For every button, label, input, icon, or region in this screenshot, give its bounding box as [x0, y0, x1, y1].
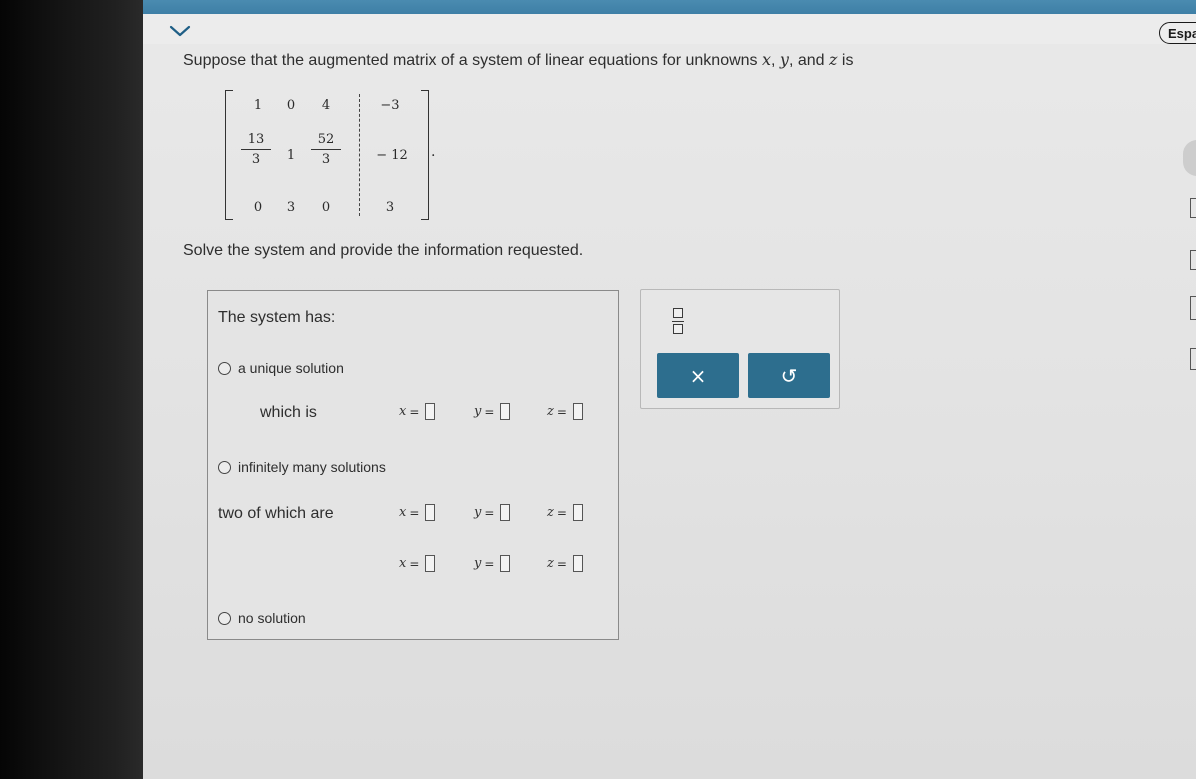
option-infinite-label: infinitely many solutions — [238, 459, 386, 475]
inf1-z-equation: z = — [547, 504, 583, 521]
inf2-z-var: z — [547, 556, 554, 571]
inf1-z-equals: = — [556, 505, 567, 520]
close-icon: × — [689, 363, 707, 388]
inf1-y-equals: = — [484, 505, 495, 520]
matrix-r2-c3-denominator: 3 — [321, 152, 331, 167]
inf1-z-var: z — [547, 505, 554, 520]
unique-y-var: y — [474, 404, 482, 419]
question-and: , and — [788, 52, 829, 69]
inf1-x-input[interactable] — [425, 504, 436, 521]
panel-title: The system has: — [218, 309, 336, 326]
matrix-left-bracket — [225, 90, 233, 220]
matrix-r2-c3: 52 3 — [311, 132, 341, 167]
unique-y-equals: = — [484, 404, 495, 419]
inf2-z-input[interactable] — [572, 555, 583, 572]
matrix-r1-c1: 1 — [253, 98, 263, 113]
language-toggle-button[interactable]: Espa — [1159, 22, 1196, 44]
answer-panel: The system has: a unique solution which … — [207, 290, 619, 640]
matrix-r3-c4: 3 — [385, 200, 395, 215]
inf1-y-var: y — [474, 505, 482, 520]
matrix-r2-c2: 1 — [286, 148, 296, 163]
inf1-y-input[interactable] — [500, 504, 511, 521]
question-comma: , — [771, 52, 780, 69]
unique-y-input[interactable] — [500, 403, 511, 420]
matrix-r3-c2: 3 — [286, 200, 296, 215]
top-shelf — [143, 14, 1196, 44]
left-bezel — [0, 0, 143, 779]
unique-z-var: z — [547, 404, 554, 419]
inf2-z-equation: z = — [547, 555, 583, 572]
radio-none[interactable] — [218, 611, 231, 625]
option-unique-solution[interactable]: a unique solution — [218, 360, 344, 376]
matrix-r2-c4: − 12 — [376, 148, 408, 163]
augmentation-divider — [359, 94, 360, 216]
math-toolbox: × ↺ — [640, 289, 840, 409]
top-accent-bar — [143, 0, 1196, 14]
inf1-z-input[interactable] — [572, 504, 583, 521]
radio-infinite[interactable] — [218, 460, 231, 474]
unique-x-input[interactable] — [425, 403, 436, 420]
matrix-r2-c1: 13 3 — [241, 132, 271, 167]
fraction-template-icon[interactable] — [669, 308, 687, 334]
inf2-z-equals: = — [556, 556, 567, 571]
unique-z-input[interactable] — [572, 403, 583, 420]
var-y: y — [779, 50, 789, 69]
inf2-y-equation: y = — [474, 555, 511, 572]
side-cutoff-bracket-2 — [1190, 250, 1196, 270]
unique-y-equation: y = — [474, 403, 511, 420]
matrix-right-bracket — [421, 90, 429, 220]
side-cutoff-bracket-4 — [1190, 348, 1196, 370]
inf2-x-equals: = — [409, 556, 420, 571]
two-of-which-label: two of which are — [218, 505, 334, 522]
inf2-y-var: y — [474, 556, 482, 571]
matrix-period: . — [431, 144, 436, 160]
matrix-r1-c4: −3 — [380, 98, 400, 113]
unique-x-equation: x = — [399, 403, 436, 420]
chevron-down-icon[interactable] — [168, 22, 192, 40]
instruction-text: Solve the system and provide the informa… — [183, 242, 584, 259]
inf1-x-var: x — [399, 505, 407, 520]
side-cutoff-bracket-3 — [1190, 296, 1196, 320]
inf2-x-var: x — [399, 556, 407, 571]
undo-icon: ↺ — [780, 363, 798, 388]
inf1-x-equals: = — [409, 505, 420, 520]
matrix-r2-c1-numerator: 13 — [241, 132, 271, 150]
side-cutoff-bracket-1 — [1190, 198, 1196, 218]
unique-x-var: x — [399, 404, 407, 419]
matrix-r3-c3: 0 — [321, 200, 331, 215]
side-scroll-tab[interactable] — [1183, 140, 1196, 176]
question-text: Suppose that the augmented matrix of a s… — [183, 50, 853, 70]
augmented-matrix: 1 0 4 −3 13 3 1 52 3 − 12 0 3 0 3 . — [225, 86, 443, 224]
option-none-label: no solution — [238, 610, 306, 626]
fraction-denominator-box — [673, 324, 683, 334]
matrix-r2-c1-denominator: 3 — [251, 152, 261, 167]
inf2-x-equation: x = — [399, 555, 436, 572]
matrix-r3-c1: 0 — [253, 200, 263, 215]
question-suffix: is — [837, 52, 854, 69]
which-is-label: which is — [260, 404, 317, 421]
option-no-solution[interactable]: no solution — [218, 610, 306, 626]
inf2-y-input[interactable] — [500, 555, 511, 572]
clear-button[interactable]: × — [657, 353, 739, 398]
screen: Espa Suppose that the augmented matrix o… — [143, 0, 1196, 779]
matrix-r1-c2: 0 — [286, 98, 296, 113]
fraction-numerator-box — [673, 308, 683, 318]
matrix-r2-c3-numerator: 52 — [311, 132, 341, 150]
fraction-bar — [672, 320, 684, 322]
unique-z-equation: z = — [547, 403, 583, 420]
undo-button[interactable]: ↺ — [748, 353, 830, 398]
option-infinite-solutions[interactable]: infinitely many solutions — [218, 459, 386, 475]
unique-x-equals: = — [409, 404, 420, 419]
unique-z-equals: = — [556, 404, 567, 419]
inf1-y-equation: y = — [474, 504, 511, 521]
question-prefix: Suppose that the augmented matrix of a s… — [183, 52, 762, 69]
inf1-x-equation: x = — [399, 504, 436, 521]
option-unique-label: a unique solution — [238, 360, 344, 376]
inf2-y-equals: = — [484, 556, 495, 571]
radio-unique[interactable] — [218, 361, 231, 375]
inf2-x-input[interactable] — [425, 555, 436, 572]
matrix-r1-c3: 4 — [321, 98, 331, 113]
var-x: x — [762, 50, 772, 69]
